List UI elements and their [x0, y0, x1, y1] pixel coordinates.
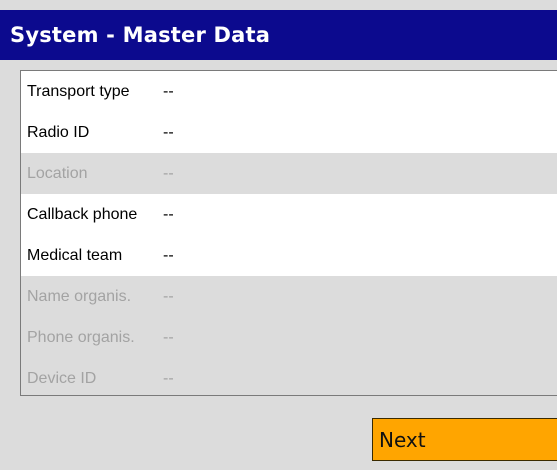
- field-label: Callback phone: [27, 205, 138, 223]
- field-label: Phone organis.: [27, 328, 135, 346]
- field-label: Device ID: [27, 369, 97, 387]
- field-value: --: [163, 164, 174, 182]
- field-row-phone-organis: Phone organis. --: [21, 317, 557, 358]
- field-row-transport-type[interactable]: Transport type --: [21, 71, 557, 112]
- field-row-name-organis: Name organis. --: [21, 276, 557, 317]
- field-value: --: [163, 369, 174, 387]
- field-label: Radio ID: [27, 123, 90, 141]
- field-row-radio-id[interactable]: Radio ID --: [21, 112, 557, 153]
- field-label: Location: [27, 164, 88, 182]
- field-label: Medical team: [27, 246, 123, 264]
- master-data-panel: Transport type -- Radio ID -- Location -…: [20, 70, 557, 396]
- field-value: --: [163, 246, 174, 264]
- field-value: --: [163, 205, 174, 223]
- field-row-device-id: Device ID --: [21, 358, 557, 395]
- page-title: System - Master Data: [10, 23, 271, 47]
- field-row-medical-team[interactable]: Medical team --: [21, 235, 557, 276]
- field-label: Transport type: [27, 82, 130, 100]
- title-bar: System - Master Data: [0, 10, 557, 60]
- field-value: --: [163, 328, 174, 346]
- field-value: --: [163, 123, 174, 141]
- field-value: --: [163, 287, 174, 305]
- field-label: Name organis.: [27, 287, 132, 305]
- field-row-callback-phone[interactable]: Callback phone --: [21, 194, 557, 235]
- field-row-location: Location --: [21, 153, 557, 194]
- next-button[interactable]: Next: [372, 418, 557, 461]
- field-value: --: [163, 82, 174, 100]
